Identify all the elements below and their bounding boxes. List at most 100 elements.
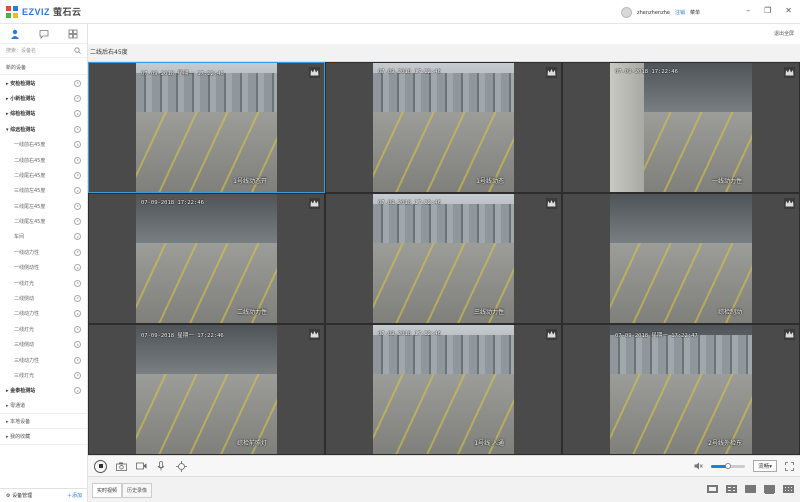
play-icon[interactable]	[74, 110, 81, 118]
tree-item[interactable]: 三线侧动	[0, 337, 87, 352]
play-icon[interactable]	[74, 325, 81, 333]
tab-mode[interactable]: 实时视频	[92, 483, 123, 498]
tree-item[interactable]: ▸ 本地设备	[0, 414, 87, 430]
tree-item[interactable]: ▾ 综远检测站	[0, 122, 87, 137]
layout-3x3-icon[interactable]	[745, 485, 756, 493]
logout-link[interactable]: 注销	[675, 9, 685, 16]
fullscreen-icon[interactable]	[785, 461, 794, 471]
camera-feed[interactable]: 07-09-2018 17:22:46 二线动力性	[136, 194, 277, 323]
crown-icon[interactable]	[546, 67, 557, 78]
add-device-button[interactable]: ＋添加	[67, 492, 82, 499]
maximize-button[interactable]: ❐	[764, 6, 771, 15]
camera-feed[interactable]: 07-09-2018 星期一 17:22:46 1号线动态开	[136, 63, 277, 192]
camera-feed[interactable]: 07-09-2018 17:22:46 三线动力性	[373, 194, 514, 323]
tree-item[interactable]: ▸ 综检检测站	[0, 106, 87, 121]
device-search[interactable]: 搜索：设备名	[0, 44, 87, 58]
play-icon[interactable]	[74, 341, 81, 349]
play-icon[interactable]	[74, 79, 81, 87]
camera-cell[interactable]: 07-09-2018 17:22:46 三线动力性	[325, 193, 562, 324]
layout-1x1-icon[interactable]	[707, 485, 718, 493]
volume-slider[interactable]	[711, 462, 746, 469]
play-icon[interactable]	[74, 171, 81, 179]
camera-cell[interactable]: 07-09-2018 17:22:46 二线动力性	[88, 193, 325, 324]
play-icon[interactable]	[74, 141, 81, 149]
talk-button[interactable]	[155, 460, 167, 472]
layout-4x4-icon[interactable]	[764, 485, 775, 494]
play-icon[interactable]	[74, 387, 81, 395]
crown-icon[interactable]	[309, 67, 320, 78]
crown-icon[interactable]	[784, 67, 795, 78]
tree-item[interactable]: 三线尾左45度	[0, 199, 87, 214]
minimize-button[interactable]: –	[746, 6, 750, 15]
tree-item[interactable]: ▸ 零通道	[0, 399, 87, 414]
camera-feed[interactable]: 07-09-2018 17:22:46 1号线动态	[373, 63, 514, 192]
crown-icon[interactable]	[309, 198, 320, 209]
avatar[interactable]	[621, 7, 633, 18]
volume-knob[interactable]	[725, 462, 732, 469]
tree-item[interactable]: 新的设备	[0, 60, 87, 76]
camera-cell[interactable]: 07-09-2018 星期一 17:22:47 2号线外检东	[562, 324, 800, 455]
menu-button[interactable]: 菜单	[690, 9, 700, 16]
camera-cell[interactable]: 07-09-2018 17:22:46 1号线动态	[325, 62, 562, 193]
tab-mode[interactable]: 历史录像	[122, 483, 153, 498]
play-icon[interactable]	[74, 187, 81, 195]
play-icon[interactable]	[74, 202, 81, 210]
camera-feed[interactable]: 07-09-2018 星期一 17:22:46 综检前照灯	[136, 325, 277, 454]
play-icon[interactable]	[74, 125, 81, 133]
camera-cell[interactable]: 07-09-2018 星期一 17:22:46 1号线动态开	[88, 62, 325, 193]
crown-icon[interactable]	[546, 329, 557, 340]
device-management-button[interactable]: ⚙ 设备管理	[6, 492, 32, 499]
tree-item[interactable]: ▸ 我的收藏	[0, 429, 87, 445]
tree-item[interactable]: ▸ 金泰检测站	[0, 383, 87, 398]
tree-item[interactable]: 三线灯光	[0, 368, 87, 383]
play-icon[interactable]	[74, 248, 81, 256]
tree-item[interactable]: 二线前右45度	[0, 152, 87, 167]
tree-item[interactable]: 一线动力性	[0, 245, 87, 260]
record-button[interactable]	[135, 460, 147, 472]
tab-devices[interactable]	[9, 28, 21, 40]
play-icon[interactable]	[74, 279, 81, 287]
exit-fullscreen-button[interactable]: 退出全屏	[774, 30, 794, 37]
crown-icon[interactable]	[309, 329, 320, 340]
tree-item[interactable]: 二线侧动	[0, 291, 87, 306]
crown-icon[interactable]	[784, 329, 795, 340]
camera-feed[interactable]: 07-09-2018 17:22:46 一线动力性	[610, 63, 752, 192]
quality-select[interactable]: 流畅▾	[753, 460, 777, 472]
camera-feed[interactable]: 07-09-2018 星期一 17:22:47 2号线外检东	[610, 325, 752, 454]
stop-all-button[interactable]	[94, 459, 107, 473]
tree-item[interactable]: 三线动力性	[0, 352, 87, 367]
search-icon[interactable]	[74, 47, 81, 54]
tree-item[interactable]: 车间	[0, 229, 87, 244]
camera-cell[interactable]: 07-09-2018 17:22:46 1号线 人通	[325, 324, 562, 455]
play-icon[interactable]	[74, 94, 81, 102]
snapshot-button[interactable]	[115, 460, 127, 472]
camera-feed[interactable]: 综检制动	[610, 194, 752, 323]
play-icon[interactable]	[74, 295, 81, 303]
play-icon[interactable]	[74, 310, 81, 318]
tree-item[interactable]: 一线侧动性	[0, 260, 87, 275]
tree-item[interactable]: 三线前左45度	[0, 183, 87, 198]
tree-item[interactable]: 二线灯光	[0, 322, 87, 337]
tree-item[interactable]: ▸ 小新检测站	[0, 91, 87, 106]
play-icon[interactable]	[74, 218, 81, 226]
volume-icon[interactable]	[694, 462, 704, 470]
tree-item[interactable]: 一线前右45度	[0, 137, 87, 152]
tab-settings[interactable]	[67, 28, 79, 40]
tree-item[interactable]: 二线动力性	[0, 306, 87, 321]
tree-item[interactable]: 二线尾右45度	[0, 168, 87, 183]
play-icon[interactable]	[74, 372, 81, 379]
camera-feed[interactable]: 07-09-2018 17:22:46 1号线 人通	[373, 325, 514, 454]
camera-cell[interactable]: 07-09-2018 17:22:46 一线动力性	[562, 62, 800, 193]
layout-2x2-icon[interactable]	[726, 485, 737, 493]
camera-cell[interactable]: 07-09-2018 星期一 17:22:46 综检前照灯	[88, 324, 325, 455]
close-button[interactable]: ✕	[785, 6, 792, 15]
ptz-button[interactable]	[175, 460, 187, 472]
crown-icon[interactable]	[546, 198, 557, 209]
tree-item[interactable]: ▸ 安检检测站	[0, 75, 87, 90]
search-input[interactable]: 搜索：设备名	[6, 47, 36, 54]
tree-item[interactable]: 二线尾左45度	[0, 214, 87, 229]
tree-item[interactable]: 一线灯光	[0, 275, 87, 290]
play-icon[interactable]	[74, 156, 81, 164]
crown-icon[interactable]	[784, 198, 795, 209]
play-icon[interactable]	[74, 356, 81, 364]
